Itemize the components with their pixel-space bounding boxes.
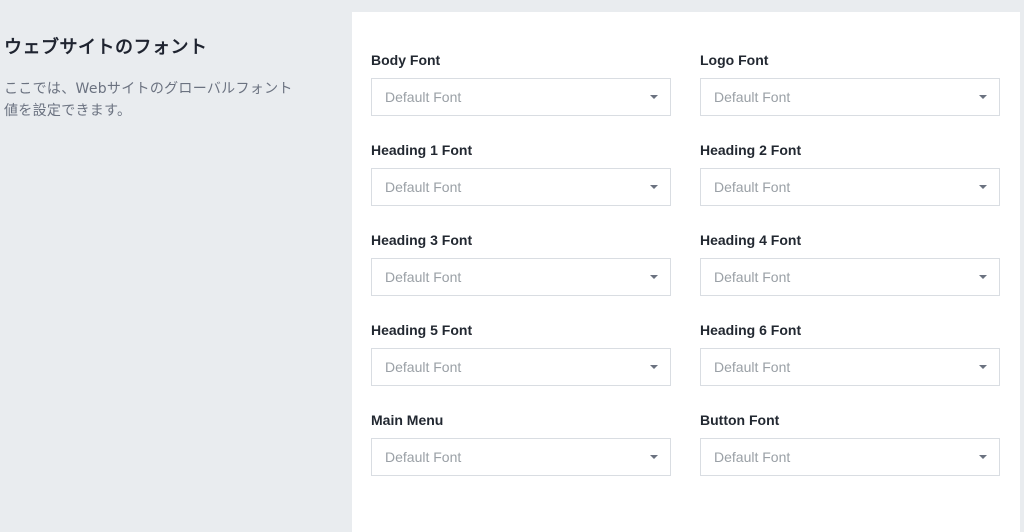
button-font-value: Default Font — [714, 449, 791, 465]
logo-font-select[interactable]: Default Font — [700, 78, 1000, 116]
chevron-down-icon — [650, 455, 658, 459]
heading-5-font-value: Default Font — [385, 359, 462, 375]
heading-2-font-field: Heading 2 Font Default Font — [700, 140, 1000, 206]
chevron-down-icon — [979, 275, 987, 279]
heading-5-font-field: Heading 5 Font Default Font — [371, 320, 671, 386]
chevron-down-icon — [979, 455, 987, 459]
heading-1-font-value: Default Font — [385, 179, 462, 195]
body-font-field: Body Font Default Font — [371, 50, 671, 116]
main-menu-font-value: Default Font — [385, 449, 462, 465]
heading-2-font-value: Default Font — [714, 179, 791, 195]
heading-1-font-field: Heading 1 Font Default Font — [371, 140, 671, 206]
body-font-label: Body Font — [371, 52, 441, 68]
heading-3-font-value: Default Font — [385, 269, 462, 285]
heading-5-font-select[interactable]: Default Font — [371, 348, 671, 386]
logo-font-label: Logo Font — [700, 52, 769, 68]
heading-5-font-label: Heading 5 Font — [371, 322, 473, 338]
heading-3-font-select[interactable]: Default Font — [371, 258, 671, 296]
heading-6-font-field: Heading 6 Font Default Font — [700, 320, 1000, 386]
chevron-down-icon — [650, 275, 658, 279]
chevron-down-icon — [979, 365, 987, 369]
section-info: ウェブサイトのフォント ここでは、Webサイトのグローバルフォント値を設定できま… — [4, 34, 324, 122]
heading-4-font-label: Heading 4 Font — [700, 232, 802, 248]
logo-font-field: Logo Font Default Font — [700, 50, 1000, 116]
button-font-label: Button Font — [700, 412, 780, 428]
heading-4-font-field: Heading 4 Font Default Font — [700, 230, 1000, 296]
body-font-select[interactable]: Default Font — [371, 78, 671, 116]
main-menu-font-field: Main Menu Default Font — [371, 410, 671, 476]
button-font-select[interactable]: Default Font — [700, 438, 1000, 476]
body-font-value: Default Font — [385, 89, 462, 105]
heading-3-font-label: Heading 3 Font — [371, 232, 473, 248]
heading-2-font-select[interactable]: Default Font — [700, 168, 1000, 206]
heading-2-font-label: Heading 2 Font — [700, 142, 802, 158]
heading-1-font-label: Heading 1 Font — [371, 142, 473, 158]
heading-4-font-select[interactable]: Default Font — [700, 258, 1000, 296]
section-description: ここでは、Webサイトのグローバルフォント値を設定できます。 — [4, 81, 293, 119]
main-menu-font-label: Main Menu — [371, 412, 444, 428]
chevron-down-icon — [979, 185, 987, 189]
heading-6-font-label: Heading 6 Font — [700, 322, 802, 338]
chevron-down-icon — [650, 95, 658, 99]
heading-3-font-field: Heading 3 Font Default Font — [371, 230, 671, 296]
chevron-down-icon — [650, 365, 658, 369]
heading-1-font-select[interactable]: Default Font — [371, 168, 671, 206]
section-title: ウェブサイトのフォント — [4, 37, 208, 58]
font-settings-card: Body Font Default Font Logo Font Default… — [352, 12, 1020, 532]
heading-6-font-select[interactable]: Default Font — [700, 348, 1000, 386]
logo-font-value: Default Font — [714, 89, 791, 105]
button-font-field: Button Font Default Font — [700, 410, 1000, 476]
main-menu-font-select[interactable]: Default Font — [371, 438, 671, 476]
chevron-down-icon — [650, 185, 658, 189]
heading-6-font-value: Default Font — [714, 359, 791, 375]
chevron-down-icon — [979, 95, 987, 99]
heading-4-font-value: Default Font — [714, 269, 791, 285]
